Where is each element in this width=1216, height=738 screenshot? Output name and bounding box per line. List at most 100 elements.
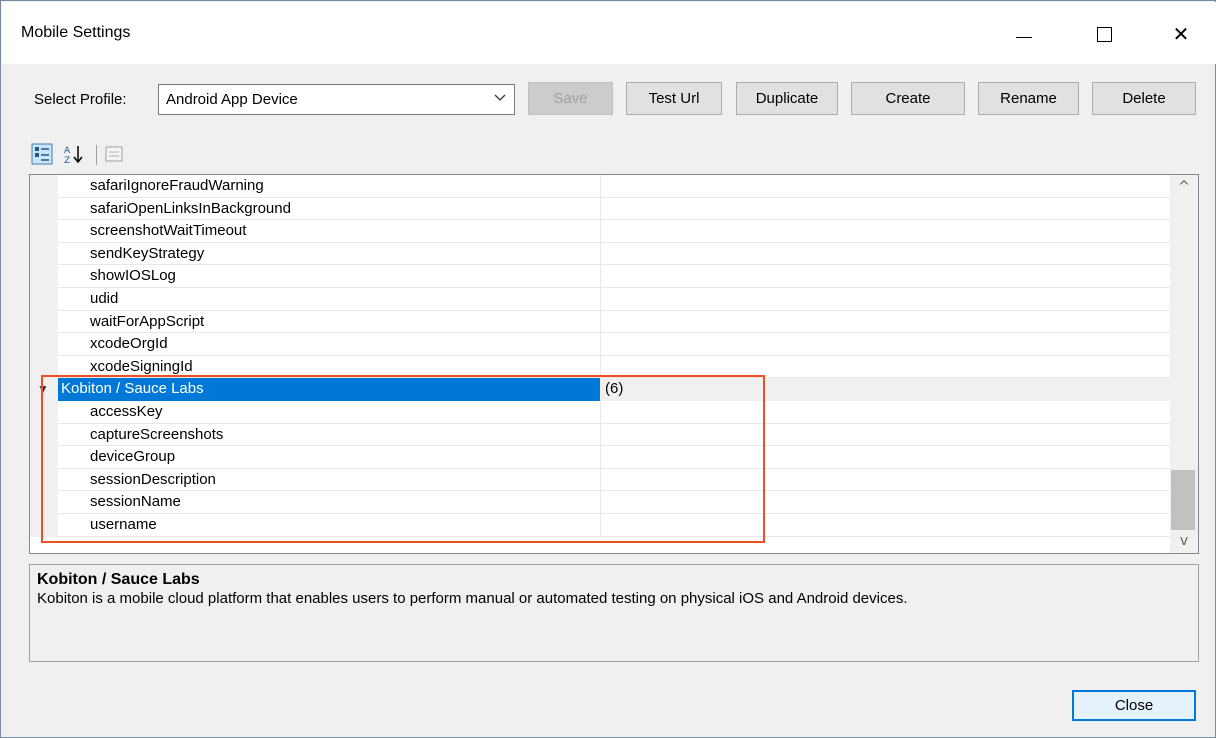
row-gutter — [30, 446, 58, 469]
column-divider — [600, 513, 601, 537]
collapse-arrow-icon[interactable]: ▼ — [37, 382, 49, 396]
property-grid: safariIgnoreFraudWarning safariOpenLinksI… — [29, 174, 1199, 554]
vertical-scrollbar[interactable]: ^ v — [1170, 175, 1198, 553]
chevron-down-icon — [494, 94, 506, 101]
row-gutter — [30, 265, 58, 288]
category-row[interactable]: ▼ Kobiton / Sauce Labs (6) — [30, 378, 1170, 401]
property-pages-icon[interactable] — [103, 143, 125, 165]
property-name: waitForAppScript — [90, 312, 205, 330]
help-description: Kobiton is a mobile cloud platform that … — [37, 590, 908, 607]
row-gutter — [30, 491, 58, 514]
column-divider — [600, 468, 601, 492]
row-gutter — [30, 197, 58, 221]
property-name: udid — [90, 289, 119, 307]
test-url-button[interactable]: Test Url — [626, 82, 722, 115]
row-gutter — [30, 310, 58, 334]
mobile-settings-window: Mobile Settings ✕ Select Profile: Androi… — [0, 0, 1216, 738]
column-divider — [600, 175, 601, 198]
column-divider — [600, 446, 601, 469]
property-name: username — [90, 515, 157, 533]
column-divider — [600, 242, 601, 266]
close-window-button[interactable]: ✕ — [1161, 16, 1201, 52]
column-divider — [600, 265, 601, 288]
property-row[interactable]: username — [30, 513, 1170, 537]
row-gutter — [30, 175, 58, 198]
property-grid-rows: safariIgnoreFraudWarning safariOpenLinksI… — [30, 175, 1170, 537]
property-name: xcodeOrgId — [90, 335, 168, 353]
column-divider — [600, 355, 601, 379]
scrollbar-thumb[interactable] — [1171, 470, 1195, 530]
property-name: xcodeSigningId — [90, 357, 193, 375]
property-row[interactable]: waitForAppScript — [30, 310, 1170, 334]
property-name: deviceGroup — [90, 448, 176, 466]
row-gutter — [30, 468, 58, 492]
help-title: Kobiton / Sauce Labs — [37, 571, 200, 588]
toolbar-separator — [96, 145, 97, 165]
property-row[interactable]: xcodeSigningId — [30, 355, 1170, 379]
property-name: captureScreenshots — [90, 425, 224, 443]
column-divider — [600, 310, 601, 334]
property-name: screenshotWaitTimeout — [90, 222, 247, 240]
scroll-up-icon[interactable]: ^ — [1170, 175, 1198, 199]
row-gutter — [30, 355, 58, 379]
row-divider — [58, 535, 1170, 537]
row-gutter — [30, 423, 58, 447]
property-name: sessionName — [90, 493, 181, 511]
profile-dropdown[interactable]: Android App Device — [158, 84, 515, 115]
column-divider — [600, 423, 601, 447]
property-name: sendKeyStrategy — [90, 244, 205, 262]
create-button[interactable]: Create — [851, 82, 965, 115]
sort-alphabetical-icon[interactable]: A Z — [63, 143, 85, 165]
column-divider — [600, 491, 601, 514]
minimize-button[interactable] — [1004, 16, 1044, 52]
row-gutter — [30, 333, 58, 356]
property-row[interactable]: xcodeOrgId — [30, 333, 1170, 356]
property-name: accessKey — [90, 402, 163, 420]
row-gutter — [30, 400, 58, 424]
close-icon: ✕ — [1172, 22, 1190, 46]
row-gutter — [30, 242, 58, 266]
property-row[interactable]: deviceGroup — [30, 446, 1170, 469]
property-name: sessionDescription — [90, 470, 216, 488]
column-divider — [600, 333, 601, 356]
svg-text:A: A — [64, 146, 71, 156]
row-gutter — [30, 513, 58, 537]
delete-button[interactable]: Delete — [1092, 82, 1196, 115]
property-name: showIOSLog — [90, 267, 176, 285]
category-name: Kobiton / Sauce Labs — [58, 378, 600, 401]
duplicate-button[interactable]: Duplicate — [736, 82, 838, 115]
property-row[interactable]: sendKeyStrategy — [30, 242, 1170, 266]
select-profile-label: Select Profile: — [34, 91, 127, 108]
row-gutter — [30, 287, 58, 311]
property-row[interactable]: screenshotWaitTimeout — [30, 220, 1170, 243]
maximize-icon — [1096, 26, 1112, 42]
categorized-view-icon[interactable] — [31, 143, 53, 165]
column-divider — [600, 220, 601, 243]
minimize-icon — [1016, 36, 1032, 38]
row-gutter — [30, 220, 58, 243]
property-grid-toolbar: A Z — [31, 143, 231, 167]
category-count: (6) — [605, 380, 624, 398]
close-button[interactable]: Close — [1072, 690, 1196, 721]
property-row[interactable]: sessionDescription — [30, 468, 1170, 492]
property-row[interactable]: safariIgnoreFraudWarning — [30, 175, 1170, 198]
property-row[interactable]: captureScreenshots — [30, 423, 1170, 447]
column-divider — [600, 287, 601, 311]
property-row[interactable]: accessKey — [30, 400, 1170, 424]
help-panel: Kobiton / Sauce Labs Kobiton is a mobile… — [29, 564, 1199, 662]
save-button[interactable]: Save — [528, 82, 613, 115]
scroll-down-icon[interactable]: v — [1170, 529, 1198, 553]
column-divider — [600, 400, 601, 424]
window-title: Mobile Settings — [21, 24, 131, 41]
maximize-button[interactable] — [1084, 16, 1124, 52]
property-name: safariIgnoreFraudWarning — [90, 177, 264, 194]
property-row[interactable]: showIOSLog — [30, 265, 1170, 288]
svg-text:Z: Z — [64, 156, 70, 165]
property-row[interactable]: safariOpenLinksInBackground — [30, 197, 1170, 221]
property-row[interactable]: sessionName — [30, 491, 1170, 514]
column-divider — [600, 197, 601, 221]
property-name: safariOpenLinksInBackground — [90, 199, 291, 217]
property-row[interactable]: udid — [30, 287, 1170, 311]
profile-selected-value: Android App Device — [166, 91, 298, 108]
rename-button[interactable]: Rename — [978, 82, 1079, 115]
